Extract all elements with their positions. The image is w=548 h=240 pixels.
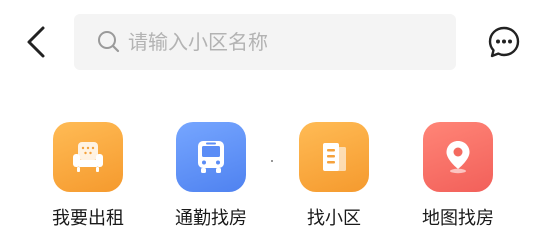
shortcut-label: 通勤找房: [175, 208, 247, 229]
search-box[interactable]: [74, 14, 456, 70]
shortcut-tile: [299, 122, 369, 192]
shortcut-tile: [176, 122, 246, 192]
shortcut-label: 地图找房: [422, 208, 494, 229]
shortcut-grid: 我要出租 通勤找房 找小区 地图找房: [0, 118, 548, 240]
shortcut-label: 我要出租: [52, 208, 124, 229]
top-bar: [0, 0, 548, 84]
shortcut-rent-out[interactable]: 我要出租: [33, 118, 143, 238]
shortcut-tile: [53, 122, 123, 192]
chevron-left-icon: [27, 26, 45, 58]
search-input[interactable]: [128, 30, 428, 54]
shortcut-label: 找小区: [307, 208, 361, 229]
shortcut-commute[interactable]: 通勤找房: [156, 118, 266, 238]
back-button[interactable]: [18, 24, 54, 60]
message-button[interactable]: [486, 24, 522, 60]
bus-icon: [198, 141, 224, 173]
armchair-icon: [73, 142, 103, 172]
shortcut-map-search[interactable]: 地图找房: [403, 118, 513, 238]
stray-dot: [271, 160, 273, 162]
map-pin-icon: [446, 141, 470, 174]
search-icon: [96, 29, 122, 55]
shortcut-find-community[interactable]: 找小区: [279, 118, 389, 238]
shortcut-tile: [423, 122, 493, 192]
chat-bubble-icon: [488, 26, 520, 58]
building-icon: [323, 143, 346, 171]
